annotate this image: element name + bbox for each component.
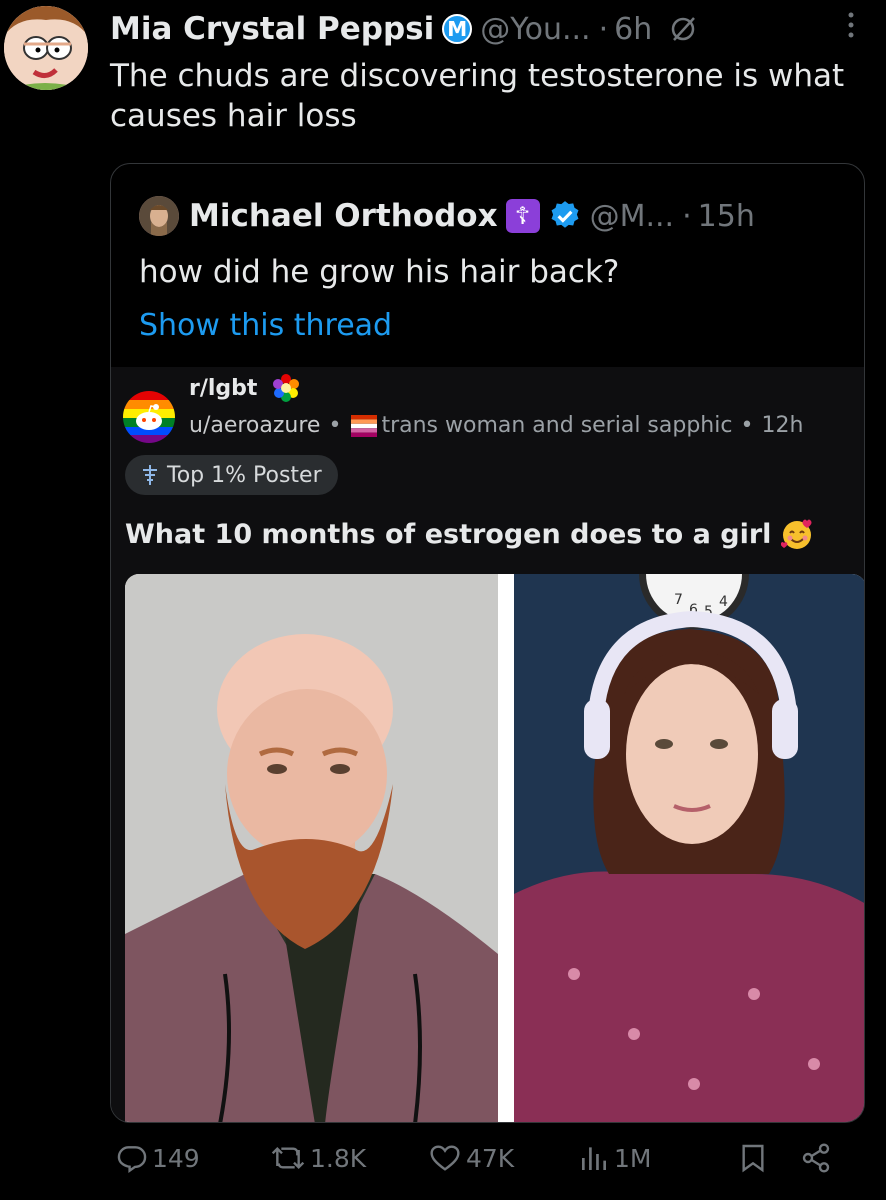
repost-button[interactable]: 1.8K [270, 1142, 366, 1174]
post-username: u/aeroazure [189, 413, 321, 438]
like-icon [430, 1145, 460, 1171]
post-title: What 10 months of estrogen does to a gir… [125, 517, 815, 551]
tweet-time[interactable]: 6h [614, 12, 652, 47]
views-count: 1M [614, 1143, 652, 1173]
tweet-header: Mia Crystal Peppsi M @You... · 6h [110, 6, 880, 52]
meta-dot-2: • [740, 413, 754, 438]
bookmark-icon [742, 1144, 764, 1173]
rainbow-flower-icon [273, 374, 300, 402]
clock-number-7: 7 [674, 592, 683, 608]
like-count: 47K [466, 1143, 515, 1173]
reply-icon [117, 1146, 147, 1173]
show-thread-link[interactable]: Show this thread [139, 306, 392, 346]
reddit-snoo-icon [123, 391, 175, 443]
quoted-tweet-time[interactable]: 15h [698, 199, 755, 234]
author-avatar[interactable] [4, 6, 88, 90]
reply-count: 149 [152, 1143, 200, 1173]
top-poster-label: Top 1% Poster [167, 462, 322, 488]
quoted-tweet-header: Michael Orthodox ☦ @M... · 15h [139, 194, 859, 238]
views-icon [582, 1147, 606, 1170]
quoted-tweet[interactable]: Michael Orthodox ☦ @M... · 15h how did h… [110, 163, 865, 1123]
subreddit-name: r/lgbt [189, 373, 301, 403]
post-meta: u/aeroazure • trans woman and serial sap… [189, 413, 803, 438]
edit-icon [671, 17, 696, 41]
quoted-author-name[interactable]: Michael Orthodox [189, 198, 498, 234]
post-time: 12h [761, 413, 804, 438]
orthodox-cross-icon: ☦ [505, 199, 540, 233]
tweet-action-bar: 149 1.8K 47K 1M [110, 1142, 850, 1192]
after-photo: 7 6 5 4 [514, 574, 864, 1122]
author-handle[interactable]: @You... [480, 12, 590, 47]
verified-icon [551, 201, 579, 228]
quoted-separator-dot: · [682, 198, 692, 234]
more-icon[interactable] [846, 10, 856, 40]
subreddit-label: r/lgbt [189, 375, 258, 401]
bookmark-button[interactable] [738, 1142, 772, 1174]
meta-dot-1: • [328, 413, 342, 438]
separator-dot: · [598, 11, 609, 47]
tweet-text: The chuds are discovering testosterone i… [110, 58, 845, 134]
share-button[interactable] [800, 1142, 836, 1174]
share-icon [802, 1143, 830, 1173]
like-button[interactable]: 47K [428, 1142, 514, 1174]
quoted-author-handle[interactable]: @M... [590, 199, 675, 234]
top-poster-badge: Top 1% Poster [125, 455, 338, 495]
reddit-post-image[interactable]: r/lgbt u/aeroazure • trans woman and ser… [111, 367, 864, 1122]
views-button[interactable]: 1M [578, 1142, 651, 1174]
before-photo [125, 574, 498, 1122]
smiling-hearts-emoji-icon [781, 519, 812, 549]
m-badge-icon: M [442, 14, 473, 44]
repost-icon [271, 1146, 305, 1170]
reply-button[interactable]: 149 [116, 1142, 200, 1174]
poster-badge-icon [143, 465, 157, 485]
repost-count: 1.8K [310, 1143, 367, 1173]
post-title-text: What 10 months of estrogen does to a gir… [125, 518, 772, 550]
lesbian-flag-icon [351, 414, 378, 437]
author-name[interactable]: Mia Crystal Peppsi [110, 11, 434, 47]
quoted-author-avatar[interactable] [139, 196, 179, 236]
user-flair: trans woman and serial sapphic [381, 413, 733, 438]
clock-number-4: 4 [719, 594, 728, 610]
quoted-tweet-text: how did he grow his hair back? [139, 254, 620, 290]
before-after-photos: 7 6 5 4 [125, 574, 864, 1122]
